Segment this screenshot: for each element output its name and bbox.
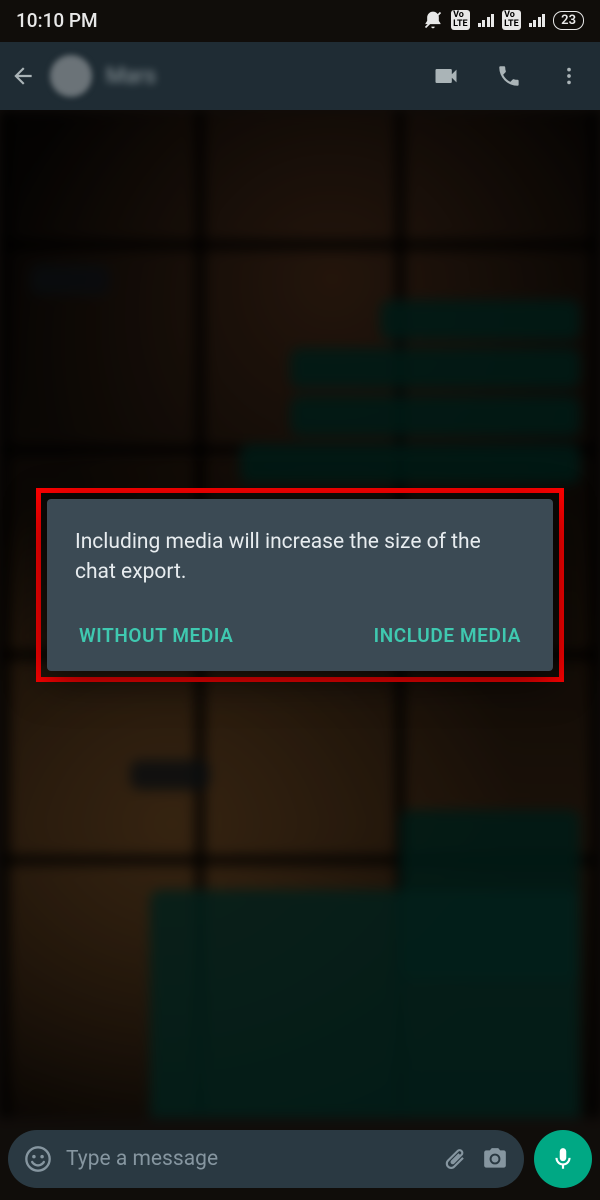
battery-indicator: 23 xyxy=(553,11,584,30)
volte-badge-2: VoLTE xyxy=(502,10,521,30)
video-call-icon[interactable] xyxy=(432,62,460,90)
status-time: 10:10 PM xyxy=(16,9,98,32)
dialog-message: Including media will increase the size o… xyxy=(75,527,525,588)
signal-icon-2 xyxy=(529,13,546,27)
signal-icon-1 xyxy=(478,13,495,27)
phone-screen: 10:10 PM VoLTE VoLTE 23 Mars xyxy=(0,0,600,1200)
volte-badge-1: VoLTE xyxy=(451,10,470,30)
back-icon[interactable] xyxy=(10,63,36,89)
include-media-button[interactable]: INCLUDE MEDIA xyxy=(370,616,525,655)
mic-button[interactable] xyxy=(534,1130,592,1188)
attachment-icon[interactable] xyxy=(442,1146,468,1172)
dialog-highlight-box: Including media will increase the size o… xyxy=(36,488,564,682)
export-chat-dialog: Including media will increase the size o… xyxy=(47,499,553,671)
message-input-bar xyxy=(8,1130,592,1188)
emoji-icon[interactable] xyxy=(24,1145,52,1173)
without-media-button[interactable]: WITHOUT MEDIA xyxy=(75,616,237,655)
mic-icon xyxy=(550,1146,576,1172)
input-pill[interactable] xyxy=(8,1130,524,1188)
chat-header: Mars xyxy=(0,42,600,110)
message-input[interactable] xyxy=(66,1147,428,1171)
camera-icon[interactable] xyxy=(482,1146,508,1172)
avatar[interactable] xyxy=(50,55,92,97)
dnd-icon xyxy=(423,10,443,30)
contact-name[interactable]: Mars xyxy=(106,64,418,89)
more-icon[interactable] xyxy=(558,65,580,87)
voice-call-icon[interactable] xyxy=(496,63,522,89)
status-bar: 10:10 PM VoLTE VoLTE 23 xyxy=(0,0,600,40)
dialog-actions: WITHOUT MEDIA INCLUDE MEDIA xyxy=(75,616,525,655)
status-right: VoLTE VoLTE 23 xyxy=(423,10,584,30)
